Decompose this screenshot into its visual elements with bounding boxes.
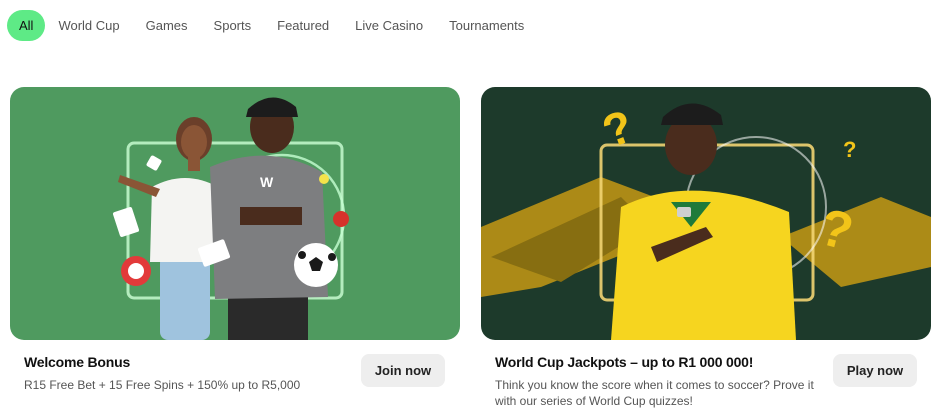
- tab-world-cup[interactable]: World Cup: [45, 10, 132, 41]
- promo-banner-world-cup[interactable]: ? ? ?: [481, 87, 931, 340]
- tab-all[interactable]: All: [7, 10, 46, 41]
- welcome-bonus-illustration: W: [10, 87, 460, 340]
- tab-tournaments[interactable]: Tournaments: [436, 10, 537, 41]
- svg-text:W: W: [260, 174, 274, 190]
- svg-text:?: ?: [843, 137, 856, 162]
- casino-chip-icon: [121, 256, 151, 286]
- join-now-button[interactable]: Join now: [361, 354, 445, 387]
- promo-title: Welcome Bonus: [24, 354, 131, 370]
- promo-description: Think you know the score when it comes t…: [495, 378, 814, 408]
- tab-live-casino[interactable]: Live Casino: [342, 10, 436, 41]
- tab-games[interactable]: Games: [133, 10, 201, 41]
- tab-sports[interactable]: Sports: [201, 10, 265, 41]
- play-now-button[interactable]: Play now: [833, 354, 917, 387]
- promo-card-welcome-bonus[interactable]: W Welcome Bonus R15 Free Bet + 15 Free S…: [10, 87, 460, 392]
- promo-title: World Cup Jackpots – up to R1 000 000!: [495, 354, 754, 370]
- tab-featured[interactable]: Featured: [264, 10, 342, 41]
- promo-card-world-cup-jackpots[interactable]: ? ? ? World Cup Jackpots – up to R1 000 …: [481, 87, 931, 408]
- category-tabs: All World Cup Games Sports Featured Live…: [7, 10, 537, 41]
- promo-banner-welcome-bonus[interactable]: W: [10, 87, 460, 340]
- world-cup-illustration: ? ? ?: [481, 87, 931, 340]
- promo-description: R15 Free Bet + 15 Free Spins + 150% up t…: [24, 378, 301, 392]
- soccer-ball-icon: [294, 243, 338, 287]
